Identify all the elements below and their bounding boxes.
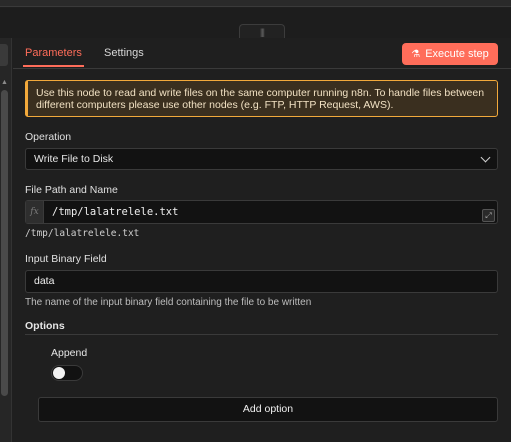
panel-drag-handle[interactable]: ||| [239,24,285,38]
execute-step-label: Execute step [425,48,489,60]
chevron-down-icon [480,152,491,163]
append-toggle[interactable] [51,365,83,381]
flask-icon: ⚗ [411,48,421,60]
fx-icon: fx [26,201,44,223]
file-path-label: File Path and Name [25,184,118,196]
tab-parameters[interactable]: Parameters [23,47,84,67]
toggle-knob [53,367,65,379]
binary-field-label: Input Binary Field [25,253,107,265]
operation-label: Operation [25,131,72,143]
file-path-expression-input[interactable]: fx /tmp/lalatrelele.txt ⤢ [25,200,498,224]
options-heading: Options [25,320,65,332]
operation-select[interactable]: Write File to Disk [25,148,498,170]
tab-bar: Parameters Settings ⚗ Execute step [13,38,511,69]
node-parameters-panel: Parameters Settings ⚗ Execute step Use t… [13,38,511,442]
file-path-value: /tmp/lalatrelele.txt [52,206,179,218]
tab-settings[interactable]: Settings [104,47,144,59]
options-divider [25,334,498,335]
append-label: Append [51,347,88,359]
scrollbar-thumb[interactable] [1,90,8,396]
add-option-button[interactable]: Add option [38,397,498,422]
binary-field-hint: The name of the input binary field conta… [25,297,312,308]
expand-expression-icon[interactable]: ⤢ [482,209,495,222]
notice-callout: Use this node to read and write files on… [25,80,498,117]
execute-step-button[interactable]: ⚗ Execute step [402,43,498,65]
operation-value: Write File to Disk [34,153,114,165]
scroll-up-icon[interactable]: ▲ [1,79,8,86]
top-bar [0,0,511,7]
left-panel-tab[interactable] [0,44,8,66]
file-path-preview: /tmp/lalatrelele.txt [25,228,140,239]
binary-field-input[interactable]: data [25,270,498,293]
